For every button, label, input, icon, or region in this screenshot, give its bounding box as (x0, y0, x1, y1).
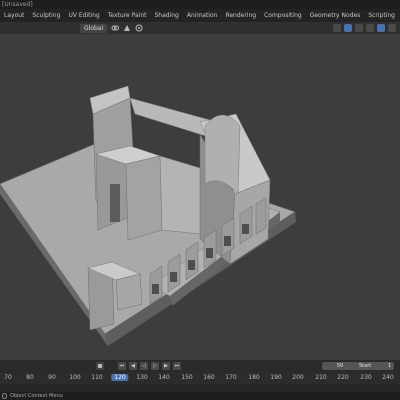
workspace-tabs: Layout Sculpting UV Editing Texture Pain… (0, 9, 400, 22)
jump-end-icon[interactable]: ⏭ (173, 362, 181, 370)
tab-layout[interactable]: Layout (0, 9, 28, 22)
ruler-tick: 130 (136, 374, 148, 381)
tab-sculpting[interactable]: Sculpting (28, 9, 64, 22)
tab-texture-paint[interactable]: Texture Paint (104, 9, 151, 22)
ruler-tick: 220 (337, 374, 349, 381)
prev-keyframe-icon[interactable]: ◀ (129, 362, 137, 370)
overlay-icon[interactable] (344, 24, 352, 32)
partition-center (159, 155, 201, 235)
partition-mid (125, 155, 163, 241)
tab-shading[interactable]: Shading (150, 9, 182, 22)
ruler-tick: 80 (26, 374, 34, 381)
ruler-tick: 140 (158, 374, 170, 381)
tab-scripting[interactable]: Scripting (364, 9, 399, 22)
ruler-tick: 150 (181, 374, 193, 381)
record-icon[interactable] (96, 362, 104, 370)
tab-animation[interactable]: Animation (183, 9, 222, 22)
tab-compositing[interactable]: Compositing (260, 9, 306, 22)
link-icon[interactable] (111, 24, 120, 32)
ruler-tick: 230 (360, 374, 372, 381)
ruler-tick: 100 (69, 374, 81, 381)
tab-geometry-nodes[interactable]: Geometry Nodes (306, 9, 365, 22)
ruler-tick: 110 (91, 374, 103, 381)
timeline-strip[interactable] (0, 384, 400, 392)
xray-icon[interactable] (355, 24, 363, 32)
back-wall-right (129, 97, 213, 139)
start-label: Start (359, 363, 372, 369)
playback-controls: ⏮ ◀ ◁ ▷ ▶ ⏭ 50 Start 1 (0, 360, 400, 372)
jump-start-icon[interactable]: ⏮ (118, 362, 126, 370)
frame-ruler[interactable]: 70 80 90 100 110 120 130 140 150 160 170… (0, 372, 400, 384)
status-bar: Object Context Menu (0, 392, 400, 400)
transform-orientation-dropdown[interactable]: Global (80, 23, 108, 33)
next-keyframe-icon[interactable]: ▶ (162, 362, 170, 370)
window-title: [Unsaved] (0, 0, 400, 9)
shading-material-icon[interactable] (388, 24, 396, 32)
tab-rendering[interactable]: Rendering (221, 9, 260, 22)
shading-solid-icon[interactable] (377, 24, 385, 32)
door-opening (110, 184, 120, 222)
ruler-tick: 70 (4, 374, 12, 381)
snap-icon[interactable] (123, 24, 131, 32)
ruler-tick: 160 (203, 374, 215, 381)
start-frame-field[interactable]: Start 1 (356, 362, 394, 370)
mouse-right-icon (2, 393, 7, 399)
viewport-header: Global (0, 22, 400, 34)
front-left-wall-2 (115, 273, 143, 311)
current-frame-marker[interactable]: 120 (111, 374, 129, 381)
current-frame-field[interactable]: 50 (322, 362, 358, 370)
play-icon[interactable]: ▷ (151, 362, 159, 370)
start-value: 1 (387, 363, 391, 369)
ruler-tick: 210 (315, 374, 327, 381)
building-model (0, 85, 297, 347)
status-text: Object Context Menu (10, 393, 63, 399)
ruler-tick: 190 (270, 374, 282, 381)
shading-wireframe-icon[interactable] (366, 24, 374, 32)
ruler-tick: 200 (292, 374, 304, 381)
proportional-icon[interactable] (135, 24, 143, 32)
ruler-tick: 240 (382, 374, 394, 381)
ruler-tick: 90 (48, 374, 56, 381)
play-reverse-icon[interactable]: ◁ (140, 362, 148, 370)
gizmo-icon[interactable] (333, 24, 341, 32)
ruler-tick: 180 (248, 374, 260, 381)
3d-viewport[interactable] (0, 34, 400, 360)
ruler-tick: 170 (225, 374, 237, 381)
tab-uv-editing[interactable]: UV Editing (64, 9, 103, 22)
